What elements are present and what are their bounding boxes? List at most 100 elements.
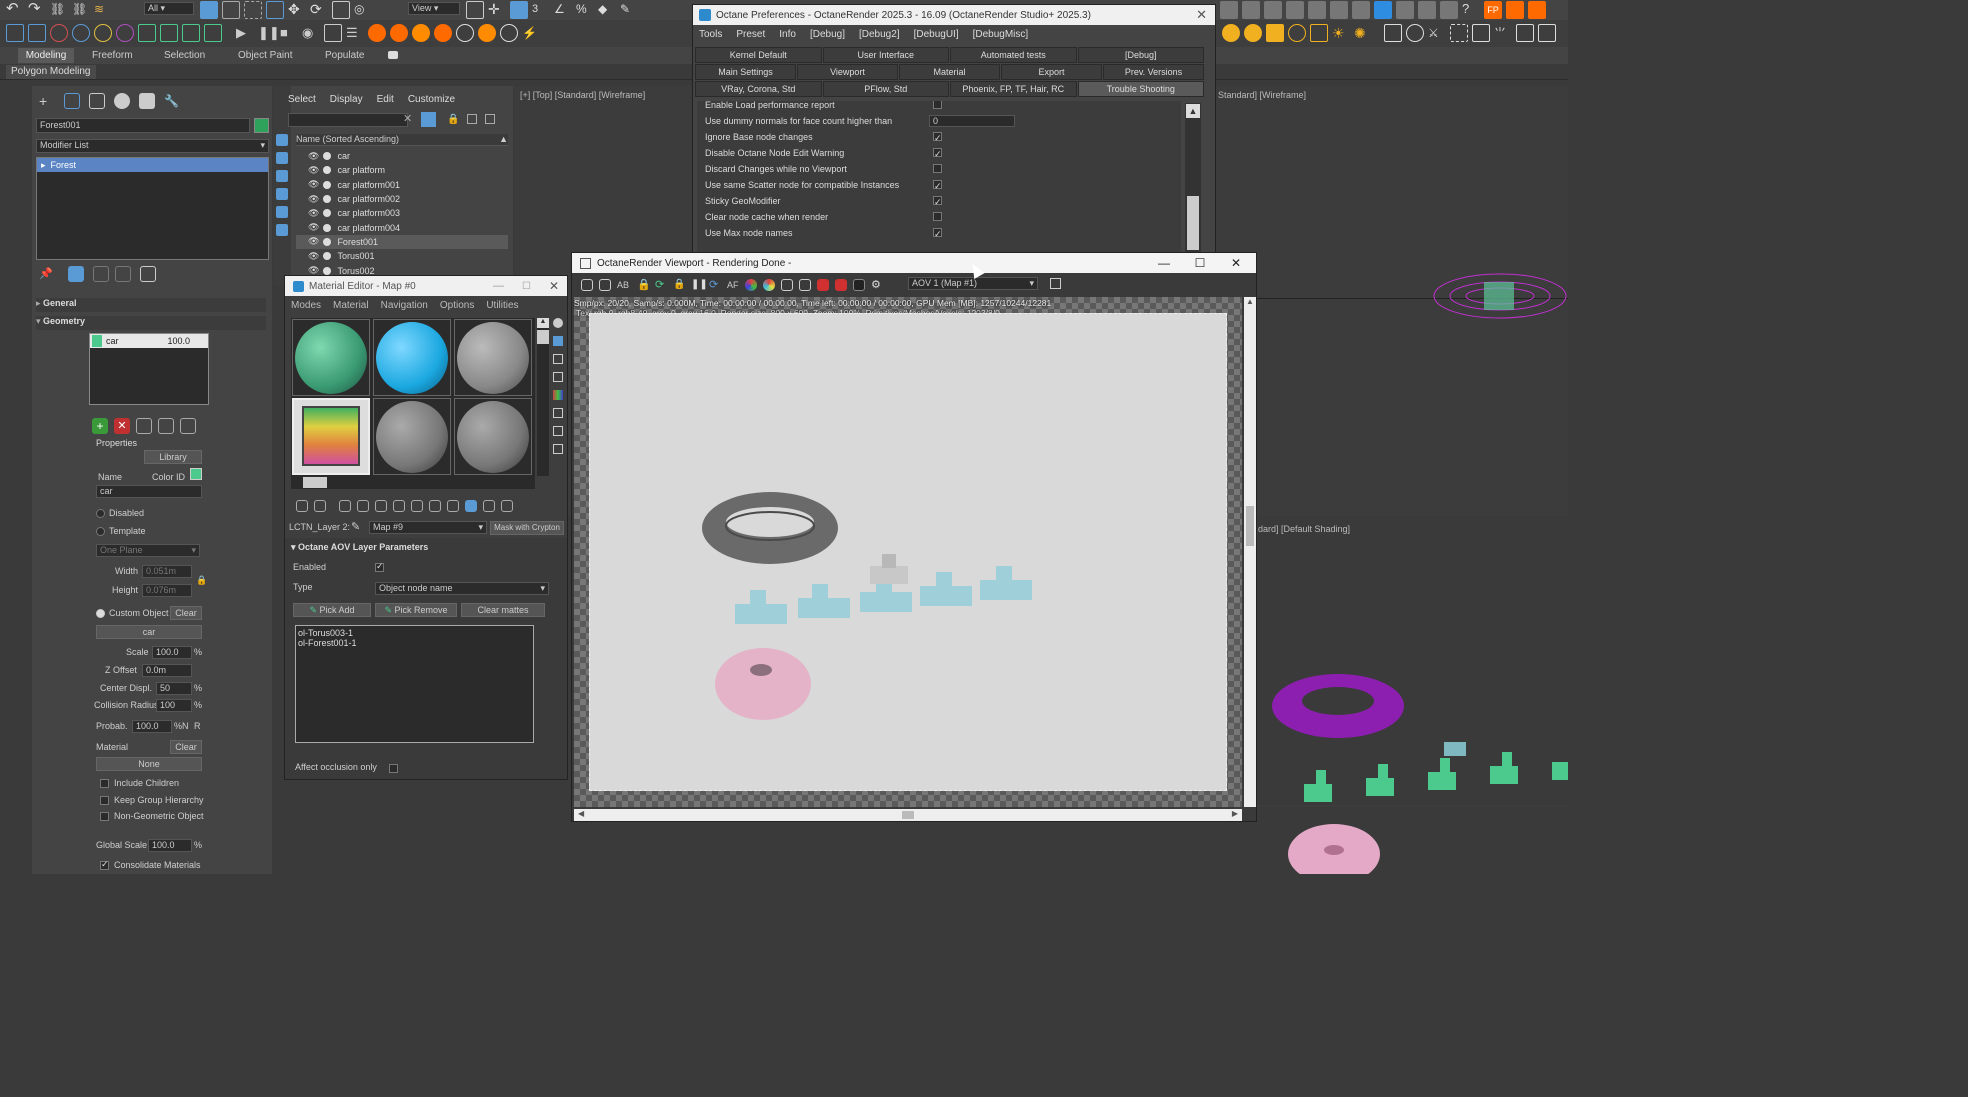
options-icon[interactable]	[553, 426, 563, 436]
clear-search-icon[interactable]: ✕	[403, 112, 412, 125]
octane-vp-titlebar[interactable]: OctaneRender Viewport - Rendering Done -…	[572, 253, 1256, 273]
sample-slot-2[interactable]	[373, 319, 451, 396]
add-geometry-icon[interactable]: +	[92, 418, 108, 434]
width-spinner[interactable]: 0.051m	[142, 565, 192, 578]
slots-scroll-thumb[interactable]	[537, 330, 549, 344]
fire-icon-3[interactable]	[412, 24, 430, 42]
display-none-icon[interactable]	[276, 134, 288, 146]
consolidate-materials-checkbox[interactable]: Consolidate Materials	[100, 859, 201, 870]
octane-vp-close-button[interactable]: ✕	[1218, 256, 1254, 270]
prefs-menu-tools[interactable]: Tools	[699, 29, 722, 40]
grid-icon[interactable]	[1450, 24, 1468, 42]
octane-tool-icon-4[interactable]	[72, 24, 90, 42]
ab-compare-icon[interactable]: AB	[617, 279, 631, 291]
prefs-option-checkbox[interactable]	[933, 146, 942, 162]
freeze-icon[interactable]	[323, 166, 332, 175]
probab-n-button[interactable]: N	[182, 721, 189, 731]
matte-list-item[interactable]: ol-Forest001-1	[298, 638, 531, 648]
pause-icon[interactable]: ❚❚	[258, 24, 280, 42]
sample-slot-5[interactable]	[373, 398, 451, 475]
ribbon-toggle-icon[interactable]	[388, 51, 398, 59]
edit-geometry-icon[interactable]	[136, 418, 152, 434]
filter-icon[interactable]	[421, 112, 436, 127]
scene-row[interactable]: 👁 car platform003	[296, 206, 508, 220]
grass-icon[interactable]: ⺌	[1494, 24, 1512, 42]
tool-icon-x[interactable]: ⚔	[1428, 24, 1446, 42]
matte-list-item[interactable]: ol-Torus003-1	[298, 628, 531, 638]
pivot-icon[interactable]	[466, 1, 484, 19]
put-to-library-icon[interactable]	[393, 500, 405, 512]
modify-tab-icon[interactable]	[64, 93, 80, 109]
create-tab-icon[interactable]: +	[39, 93, 55, 109]
reference-coord-dropdown[interactable]: View ▾	[408, 2, 460, 15]
focus-picker-icon[interactable]: AF	[727, 279, 739, 291]
menu-customize[interactable]: Customize	[408, 94, 455, 105]
aov-dropdown[interactable]: AOV 1 (Map #1) ▾	[908, 277, 1038, 290]
pause-render-icon[interactable]: ❚❚	[691, 279, 708, 291]
probab-r-button[interactable]: R	[194, 721, 201, 731]
affect-occlusion-checkbox[interactable]	[388, 764, 398, 774]
visibility-eye-icon[interactable]: 👁	[308, 151, 319, 162]
menu-display[interactable]: Display	[330, 94, 363, 105]
toolbar-icon-c[interactable]	[1264, 1, 1282, 19]
toolbar-icon-k[interactable]	[1440, 1, 1458, 19]
scene-row[interactable]: 👁 Torus001	[296, 249, 508, 263]
custom-object-radio[interactable]: Custom Object	[96, 608, 169, 618]
stack-item-forest[interactable]: ▸ Forest	[37, 158, 268, 172]
sub-sampling-icon[interactable]	[817, 279, 829, 291]
save-render-icon[interactable]	[581, 279, 593, 291]
render-region-icon[interactable]	[324, 24, 342, 42]
prefs-scrollbar[interactable]: ▲	[1185, 103, 1201, 253]
freeze-icon[interactable]	[323, 152, 332, 161]
toolbar-icon-a[interactable]	[1220, 1, 1238, 19]
toolbar-icon-f[interactable]	[1330, 1, 1348, 19]
show-shaded-icon[interactable]	[429, 500, 441, 512]
link-icon[interactable]: ⛓	[50, 1, 68, 19]
octane-tool-icon-9[interactable]	[182, 24, 200, 42]
unlink-icon[interactable]: ⛓	[72, 1, 90, 19]
visibility-eye-icon[interactable]: 👁	[308, 236, 319, 247]
prefs-tab[interactable]: Material	[899, 64, 1000, 80]
mat-menu-utilities[interactable]: Utilities	[486, 300, 518, 311]
mat-editor-close-button[interactable]: ✕	[549, 279, 559, 293]
mat-editor-maximize[interactable]: ☐	[522, 281, 531, 292]
go-forward-sibling-icon[interactable]	[483, 500, 495, 512]
configure-sets-icon[interactable]	[140, 266, 156, 282]
fire-icon-1[interactable]	[368, 24, 386, 42]
geometry-list-item[interactable]: car 100.0	[90, 334, 208, 348]
tab-populate[interactable]: Populate	[325, 50, 364, 61]
wand-icon[interactable]: ⚡	[522, 24, 540, 42]
object-color-swatch[interactable]	[254, 118, 269, 133]
object-name-field[interactable]: Forest001	[36, 118, 250, 133]
octane-tool-icon-8[interactable]	[160, 24, 178, 42]
scene-search-input[interactable]	[288, 113, 408, 127]
scene-row[interactable]: 👁 Forest001	[296, 234, 508, 250]
put-to-scene-icon[interactable]	[314, 500, 326, 512]
probab-spinner[interactable]: 100.0	[132, 720, 172, 733]
freeze-icon[interactable]	[323, 223, 332, 232]
visibility-eye-icon[interactable]: 👁	[308, 194, 319, 205]
select-object-icon[interactable]	[200, 1, 218, 19]
background-icon[interactable]	[553, 354, 563, 364]
octane-tool-icon-1[interactable]	[6, 24, 24, 42]
sample-slot-1[interactable]	[292, 319, 370, 396]
custom-object-pick-button[interactable]: car	[96, 625, 202, 639]
render-vscroll[interactable]: ▲	[1244, 297, 1256, 807]
make-preview-icon[interactable]	[553, 408, 563, 418]
prefs-option-spinner[interactable]: 0	[929, 115, 1015, 127]
remove-geometry-icon[interactable]: ✕	[114, 418, 130, 434]
help-icon[interactable]: ?	[1462, 1, 1480, 19]
stop-icon[interactable]: ■	[280, 24, 298, 42]
sample-slots-scrollbar[interactable]: ▲	[537, 318, 549, 476]
toolbar-icon-g[interactable]	[1352, 1, 1370, 19]
sample-slot-6[interactable]	[454, 398, 532, 475]
octane-tool-icon-10[interactable]	[204, 24, 222, 42]
color-id-swatch[interactable]	[190, 468, 202, 480]
play-icon[interactable]: ▶	[236, 24, 254, 42]
tab-selection[interactable]: Selection	[164, 50, 205, 61]
edit-named-sel-icon[interactable]: ✎	[620, 1, 638, 19]
menu-edit[interactable]: Edit	[377, 94, 394, 105]
restart-render-icon[interactable]: ⟳	[709, 279, 721, 291]
collision-radius-spinner[interactable]: 100	[156, 699, 192, 712]
mat-menu-options[interactable]: Options	[440, 300, 474, 311]
